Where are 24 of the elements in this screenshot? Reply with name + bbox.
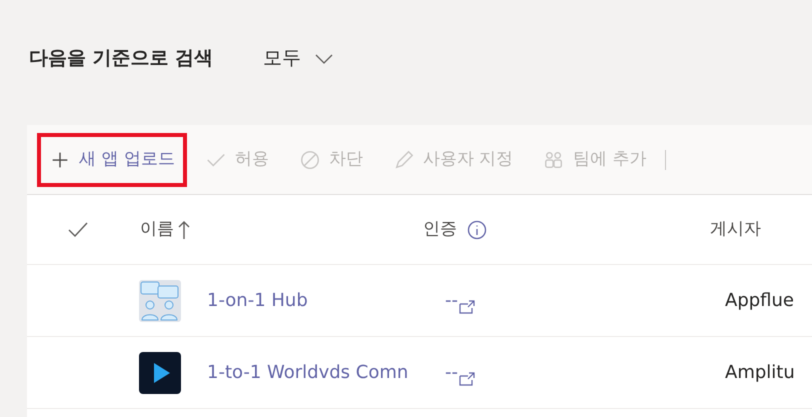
external-link-icon <box>458 372 476 386</box>
filter-dropdown[interactable]: 모두 <box>263 44 334 73</box>
app-name-link[interactable]: 1-to-1 Worldvds Comn <box>207 359 423 386</box>
play-icon <box>139 352 181 394</box>
sort-up-arrow-icon <box>178 220 190 240</box>
certification-text: -- <box>445 289 458 313</box>
toolbar-button[interactable]: 새 앱 업로드 <box>37 132 187 186</box>
info-icon[interactable] <box>467 220 487 240</box>
column-header[interactable]: 게시자 <box>710 216 761 242</box>
app-name-link[interactable]: 1-on-1 Hub <box>207 287 423 314</box>
chevron-down-icon <box>315 54 334 64</box>
column-header[interactable]: 이름 <box>140 216 395 242</box>
external-link-icon <box>458 300 476 314</box>
filter-label: 다음을 기준으로 검색 <box>29 46 214 72</box>
column-header[interactable]: 인증 <box>423 216 710 242</box>
chat-people-icon <box>139 280 181 322</box>
pencil-icon <box>392 148 415 170</box>
table-row[interactable]: 1-on-1 Hub -- Appflue <box>27 265 812 337</box>
publisher-text: Appflue <box>725 289 794 313</box>
publisher-text: Amplitu <box>725 361 795 385</box>
block-icon <box>298 148 321 170</box>
select-all-checkmark-icon[interactable] <box>68 222 88 238</box>
table-row[interactable]: 1-to-1 Worldvds Comn -- Amplitu <box>27 337 812 409</box>
certification-text: -- <box>445 361 458 385</box>
